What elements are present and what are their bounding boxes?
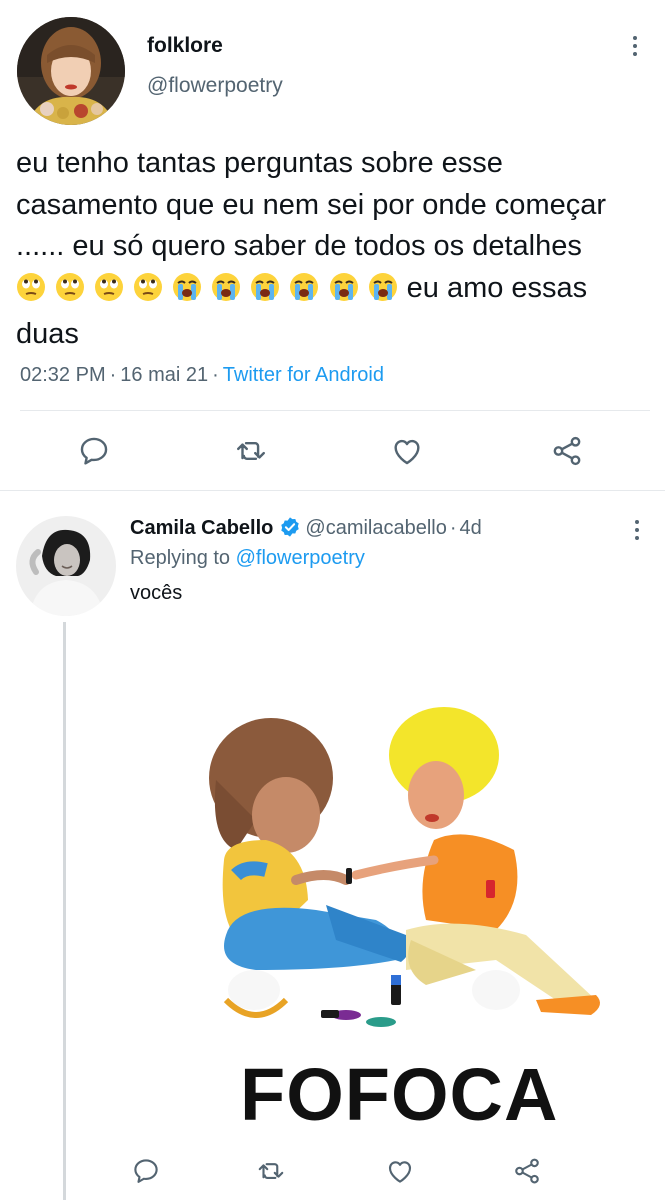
tweet-time[interactable]: 02:32 PM bbox=[20, 364, 106, 386]
reply-header: Camila Cabello @camilacabello · 4d bbox=[130, 516, 482, 540]
tweet-text: eu tenho tantas perguntas sobre esse cas… bbox=[16, 143, 646, 356]
loudly-crying-face-icon bbox=[251, 272, 280, 301]
replying-to-handle[interactable]: @flowerpoetry bbox=[236, 547, 365, 569]
reply-more-options-icon[interactable] bbox=[622, 510, 652, 550]
meta-divider bbox=[20, 410, 650, 411]
meta-separator: · bbox=[212, 364, 219, 386]
replying-to: Replying to @flowerpoetry bbox=[130, 547, 365, 570]
reply-tweet-reply-icon[interactable] bbox=[131, 1156, 161, 1186]
replying-to-label: Replying to bbox=[130, 547, 231, 569]
gif-caption: FOFOCA bbox=[240, 1053, 559, 1136]
loudly-crying-face-icon bbox=[212, 272, 241, 301]
reply-tweet-like-icon[interactable] bbox=[385, 1156, 415, 1186]
tweet-meta: 02:32 PM · 16 mai 21 · Twitter for Android bbox=[20, 364, 384, 387]
main-more-options-icon[interactable] bbox=[620, 26, 650, 66]
reply-tweet-retweet-icon[interactable] bbox=[256, 1156, 286, 1186]
tweet-divider bbox=[0, 490, 665, 491]
reply-text: vocês bbox=[130, 582, 183, 604]
main-avatar[interactable] bbox=[17, 17, 125, 125]
reply-display-name[interactable]: Camila Cabello bbox=[130, 517, 273, 539]
face-with-rolling-eyes-icon bbox=[134, 272, 163, 301]
emoji-row bbox=[16, 272, 399, 315]
tweet-date[interactable]: 16 mai 21 bbox=[120, 364, 208, 386]
thread-line bbox=[63, 622, 66, 1200]
main-display-name[interactable]: folklore bbox=[147, 34, 223, 58]
face-with-rolling-eyes-icon bbox=[95, 272, 124, 301]
reply-avatar[interactable] bbox=[16, 516, 116, 616]
reply-age: 4d bbox=[459, 517, 482, 539]
meta-separator: · bbox=[109, 364, 117, 386]
reply-handle[interactable]: @camilacabello bbox=[305, 517, 446, 539]
face-with-rolling-eyes-icon bbox=[56, 272, 85, 301]
main-handle[interactable]: @flowerpoetry bbox=[147, 74, 283, 98]
loudly-crying-face-icon bbox=[290, 272, 319, 301]
reply-icon[interactable] bbox=[77, 434, 111, 468]
loudly-crying-face-icon bbox=[173, 272, 202, 301]
reply-tweet-share-icon[interactable] bbox=[512, 1156, 542, 1186]
loudly-crying-face-icon bbox=[329, 272, 358, 301]
tweet-source-link[interactable]: Twitter for Android bbox=[223, 364, 384, 386]
share-icon[interactable] bbox=[550, 434, 584, 468]
retweet-icon[interactable] bbox=[234, 434, 268, 468]
tweet-text-before-emoji: eu tenho tantas perguntas sobre esse cas… bbox=[16, 147, 607, 262]
face-with-rolling-eyes-icon bbox=[17, 272, 45, 301]
reply-separator: · bbox=[449, 517, 457, 539]
loudly-crying-face-icon bbox=[368, 272, 397, 301]
like-icon[interactable] bbox=[390, 434, 424, 468]
verified-badge-icon bbox=[281, 517, 300, 537]
